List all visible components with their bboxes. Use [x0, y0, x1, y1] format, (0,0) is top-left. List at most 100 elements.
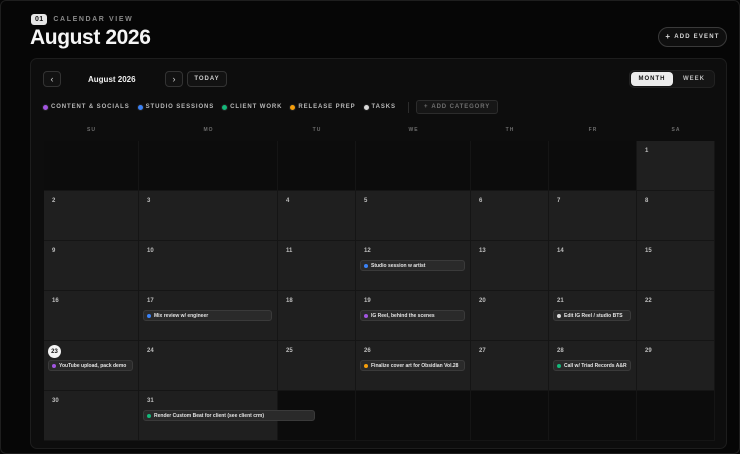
day-cell-26[interactable]: 26 Finalize cover art for Obsidian Vol.28: [356, 341, 471, 391]
day-cell-empty: [356, 391, 471, 441]
event-chip[interactable]: IG Reel, behind the scenes: [360, 310, 465, 321]
chevron-left-icon: ‹: [50, 74, 54, 84]
plus-icon: +: [423, 104, 429, 110]
category-release-prep[interactable]: RELEASE PREP: [290, 104, 355, 110]
weekday-tu: TU: [312, 127, 322, 133]
day-cell-12[interactable]: 12 Studio session w artist: [356, 241, 471, 291]
next-month-button[interactable]: ›: [165, 71, 183, 87]
view-option-week[interactable]: WEEK: [674, 72, 714, 86]
day-cell-11[interactable]: 11: [278, 241, 356, 291]
day-number: 27: [479, 348, 486, 354]
add-category-button[interactable]: + ADD CATEGORY: [415, 100, 499, 114]
category-studio-sessions[interactable]: STUDIO SESSIONS: [137, 104, 215, 110]
day-cell-18[interactable]: 18: [278, 291, 356, 341]
day-number: 2: [52, 198, 56, 204]
day-cell-empty: [549, 141, 637, 191]
day-cell-20[interactable]: 20: [471, 291, 549, 341]
day-number: 24: [147, 348, 154, 354]
event-color-dot: [364, 263, 368, 268]
event-title: Render Custom Beat for client (see clien…: [154, 412, 265, 419]
prev-month-button[interactable]: ‹: [43, 71, 61, 87]
event-title: Finalize cover art for Obsidian Vol.28: [371, 362, 459, 369]
day-cell-23[interactable]: 23 YouTube upload, pack demo: [44, 341, 139, 391]
day-number: 25: [286, 348, 293, 354]
day-cell-14[interactable]: 14: [549, 241, 637, 291]
page-title: August 2026: [30, 26, 151, 49]
day-cell-16[interactable]: 16: [44, 291, 139, 341]
day-cell-1[interactable]: 1: [637, 141, 715, 191]
day-cell-19[interactable]: 19 IG Reel, behind the scenes: [356, 291, 471, 341]
day-cell-24[interactable]: 24: [139, 341, 278, 391]
add-category-label: ADD CATEGORY: [431, 104, 491, 110]
event-color-dot: [364, 313, 368, 318]
day-cell-25[interactable]: 25: [278, 341, 356, 391]
day-number: 7: [557, 198, 561, 204]
category-filter-bar: CONTENT & SOCIALS STUDIO SESSIONS CLIENT W…: [43, 99, 499, 115]
day-number: 11: [286, 248, 293, 254]
category-color-dot: [137, 104, 143, 110]
day-cell-2[interactable]: 2: [44, 191, 139, 241]
category-content-socials[interactable]: CONTENT & SOCIALS: [43, 104, 130, 110]
day-cell-15[interactable]: 15: [637, 241, 715, 291]
header-label: 01 CALENDAR VIEW: [31, 14, 133, 25]
day-cell-empty: [356, 141, 471, 191]
category-tasks[interactable]: TASKS: [363, 104, 396, 110]
event-title: Studio session w artist: [371, 262, 426, 269]
event-chip[interactable]: Finalize cover art for Obsidian Vol.28: [360, 360, 465, 371]
day-cell-22[interactable]: 22: [637, 291, 715, 341]
day-cell-9[interactable]: 9: [44, 241, 139, 291]
category-label: CONTENT & SOCIALS: [51, 104, 130, 110]
app-frame: 01 CALENDAR VIEW August 2026 + ADD EVENT…: [0, 0, 740, 454]
category-color-dot: [222, 104, 228, 110]
day-cell-10[interactable]: 10: [139, 241, 278, 291]
weekday-fr: FR: [588, 127, 598, 133]
day-cell-empty: [471, 391, 549, 441]
day-cell-empty: [139, 141, 278, 191]
category-color-dot: [43, 104, 48, 110]
day-cell-6[interactable]: 6: [471, 191, 549, 241]
event-chip[interactable]: Edit IG Reel / studio BTS: [553, 310, 631, 321]
day-cell-3[interactable]: 3: [139, 191, 278, 241]
weekday-sa: SA: [671, 127, 681, 133]
category-client-work[interactable]: CLIENT WORK: [222, 104, 282, 110]
day-number: 10: [147, 248, 154, 254]
event-chip[interactable]: YouTube upload, pack demo: [48, 360, 133, 371]
day-cell-28[interactable]: 28 Call w/ Triad Records A&R: [549, 341, 637, 391]
day-cell-31[interactable]: 31 Render Custom Beat for client (see cli…: [139, 391, 315, 441]
event-chip[interactable]: Mix review w/ engineer: [143, 310, 272, 321]
day-cell-27[interactable]: 27: [471, 341, 549, 391]
event-title: Call w/ Triad Records A&R: [564, 362, 627, 369]
category-color-dot: [290, 104, 296, 110]
day-cell-4[interactable]: 4: [278, 191, 356, 241]
day-cell-30[interactable]: 30: [44, 391, 139, 441]
day-cell-8[interactable]: 8: [637, 191, 715, 241]
category-label: CLIENT WORK: [230, 104, 283, 110]
event-chip[interactable]: Studio session w artist: [360, 260, 465, 271]
day-cell-empty: [471, 141, 549, 191]
add-event-button[interactable]: + ADD EVENT: [658, 27, 727, 47]
category-divider: [407, 101, 409, 113]
day-cell-5[interactable]: 5: [356, 191, 471, 241]
day-number: 30: [52, 398, 59, 404]
category-color-dot: [363, 104, 369, 110]
day-number: 19: [364, 298, 371, 304]
day-cell-21[interactable]: 21 Edit IG Reel / studio BTS: [549, 291, 637, 341]
category-label: RELEASE PREP: [298, 104, 356, 110]
plus-icon: +: [665, 32, 672, 41]
day-number: 21: [557, 298, 564, 304]
day-number: 26: [364, 348, 371, 354]
day-cell-13[interactable]: 13: [471, 241, 549, 291]
day-cell-7[interactable]: 7: [549, 191, 637, 241]
view-option-month[interactable]: MONTH: [631, 72, 673, 86]
day-cell-17[interactable]: 17 Mix review w/ engineer: [139, 291, 278, 341]
today-button[interactable]: TODAY: [187, 71, 227, 87]
toolbar-month-label: August 2026: [88, 75, 136, 84]
day-cell-empty: [278, 141, 356, 191]
event-title: Mix review w/ engineer: [154, 312, 209, 319]
day-number: 12: [364, 248, 371, 254]
event-chip[interactable]: Call w/ Triad Records A&R: [553, 360, 631, 371]
event-chip[interactable]: Render Custom Beat for client (see clien…: [143, 410, 315, 421]
day-cell-29[interactable]: 29: [637, 341, 715, 391]
view-label: CALENDAR VIEW: [53, 16, 134, 23]
day-cell-empty: [637, 391, 715, 441]
